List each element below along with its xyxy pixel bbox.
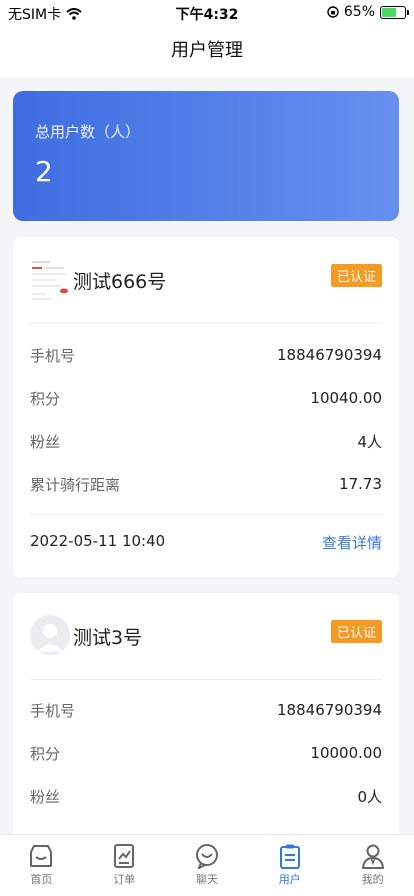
field-label: 粉丝 <box>30 432 61 451</box>
status-right: 65% <box>327 4 409 20</box>
tab-home[interactable]: 首页 <box>0 835 83 896</box>
field-label: 积分 <box>30 744 61 763</box>
tab-label: 聊天 <box>195 873 218 886</box>
tab-users[interactable]: 用户 <box>248 835 331 896</box>
order-icon <box>114 844 135 868</box>
view-details-link[interactable]: 查看详情 <box>322 532 382 553</box>
field-label: 粉丝 <box>30 787 61 806</box>
bottom-tab-bar: 首页 订单 聊天 用户 我的 <box>0 834 414 896</box>
battery-percent: 65% <box>343 4 375 20</box>
divider <box>30 679 382 680</box>
field-label: 累计骑行距离 <box>30 475 121 494</box>
home-icon <box>30 845 53 867</box>
card-footer: 2022-05-11 10:40 查看详情 <box>30 532 382 553</box>
field-value: 4人 <box>357 432 382 451</box>
field-value: 18846790394 <box>277 701 382 719</box>
profile-icon <box>361 844 384 869</box>
divider <box>30 514 382 515</box>
field-row-fans: 粉丝 4人 <box>30 429 382 453</box>
user-list-icon <box>279 844 300 869</box>
orientation-lock-icon <box>327 6 339 18</box>
divider <box>30 323 382 324</box>
tab-mine[interactable]: 我的 <box>331 835 414 896</box>
field-row-points: 积分 10000.00 <box>30 741 382 765</box>
tab-label: 订单 <box>113 873 136 886</box>
tab-label: 首页 <box>30 873 53 886</box>
avatar <box>30 257 70 303</box>
total-users-label: 总用户数（人） <box>35 123 141 141</box>
tab-orders[interactable]: 订单 <box>83 835 166 896</box>
field-row-points: 积分 10040.00 <box>30 386 382 410</box>
user-name: 测试666号 <box>73 271 167 293</box>
tab-label: 用户 <box>278 873 301 886</box>
verified-badge: 已认证 <box>330 620 382 643</box>
field-value: 10040.00 <box>310 389 382 407</box>
avatar <box>30 615 70 655</box>
field-row-fans: 粉丝 0人 <box>30 784 382 808</box>
user-card[interactable]: 测试3号 已认证 手机号 18846790394 积分 10000.00 粉丝 … <box>13 593 399 853</box>
field-value: 17.73 <box>339 475 382 493</box>
total-users-card: 总用户数（人） 2 <box>13 91 399 221</box>
tab-label: 我的 <box>361 873 384 886</box>
battery-icon <box>380 5 409 19</box>
user-card-header: 测试3号 已认证 <box>13 593 399 679</box>
field-value: 0人 <box>357 787 382 806</box>
page-title: 用户管理 <box>0 28 414 78</box>
created-date: 2022-05-11 10:40 <box>30 532 166 550</box>
field-label: 手机号 <box>30 701 76 720</box>
field-value: 10000.00 <box>310 744 382 762</box>
field-row-distance: 累计骑行距离 17.73 <box>30 472 382 496</box>
user-card-header: 测试666号 已认证 <box>13 237 399 323</box>
status-bar: 无SIM卡 下午4:32 65% <box>0 0 414 28</box>
field-value: 18846790394 <box>277 346 382 364</box>
chat-icon <box>195 844 218 869</box>
field-label: 手机号 <box>30 346 76 365</box>
field-row-phone: 手机号 18846790394 <box>30 343 382 367</box>
user-name: 测试3号 <box>73 627 143 649</box>
battery-fill <box>382 7 397 17</box>
tab-chat[interactable]: 聊天 <box>166 835 249 896</box>
field-row-phone: 手机号 18846790394 <box>30 698 382 722</box>
user-card[interactable]: 测试666号 已认证 手机号 18846790394 积分 10040.00 粉… <box>13 237 399 577</box>
field-label: 积分 <box>30 389 61 408</box>
total-users-value: 2 <box>35 155 53 188</box>
verified-badge: 已认证 <box>330 264 382 287</box>
